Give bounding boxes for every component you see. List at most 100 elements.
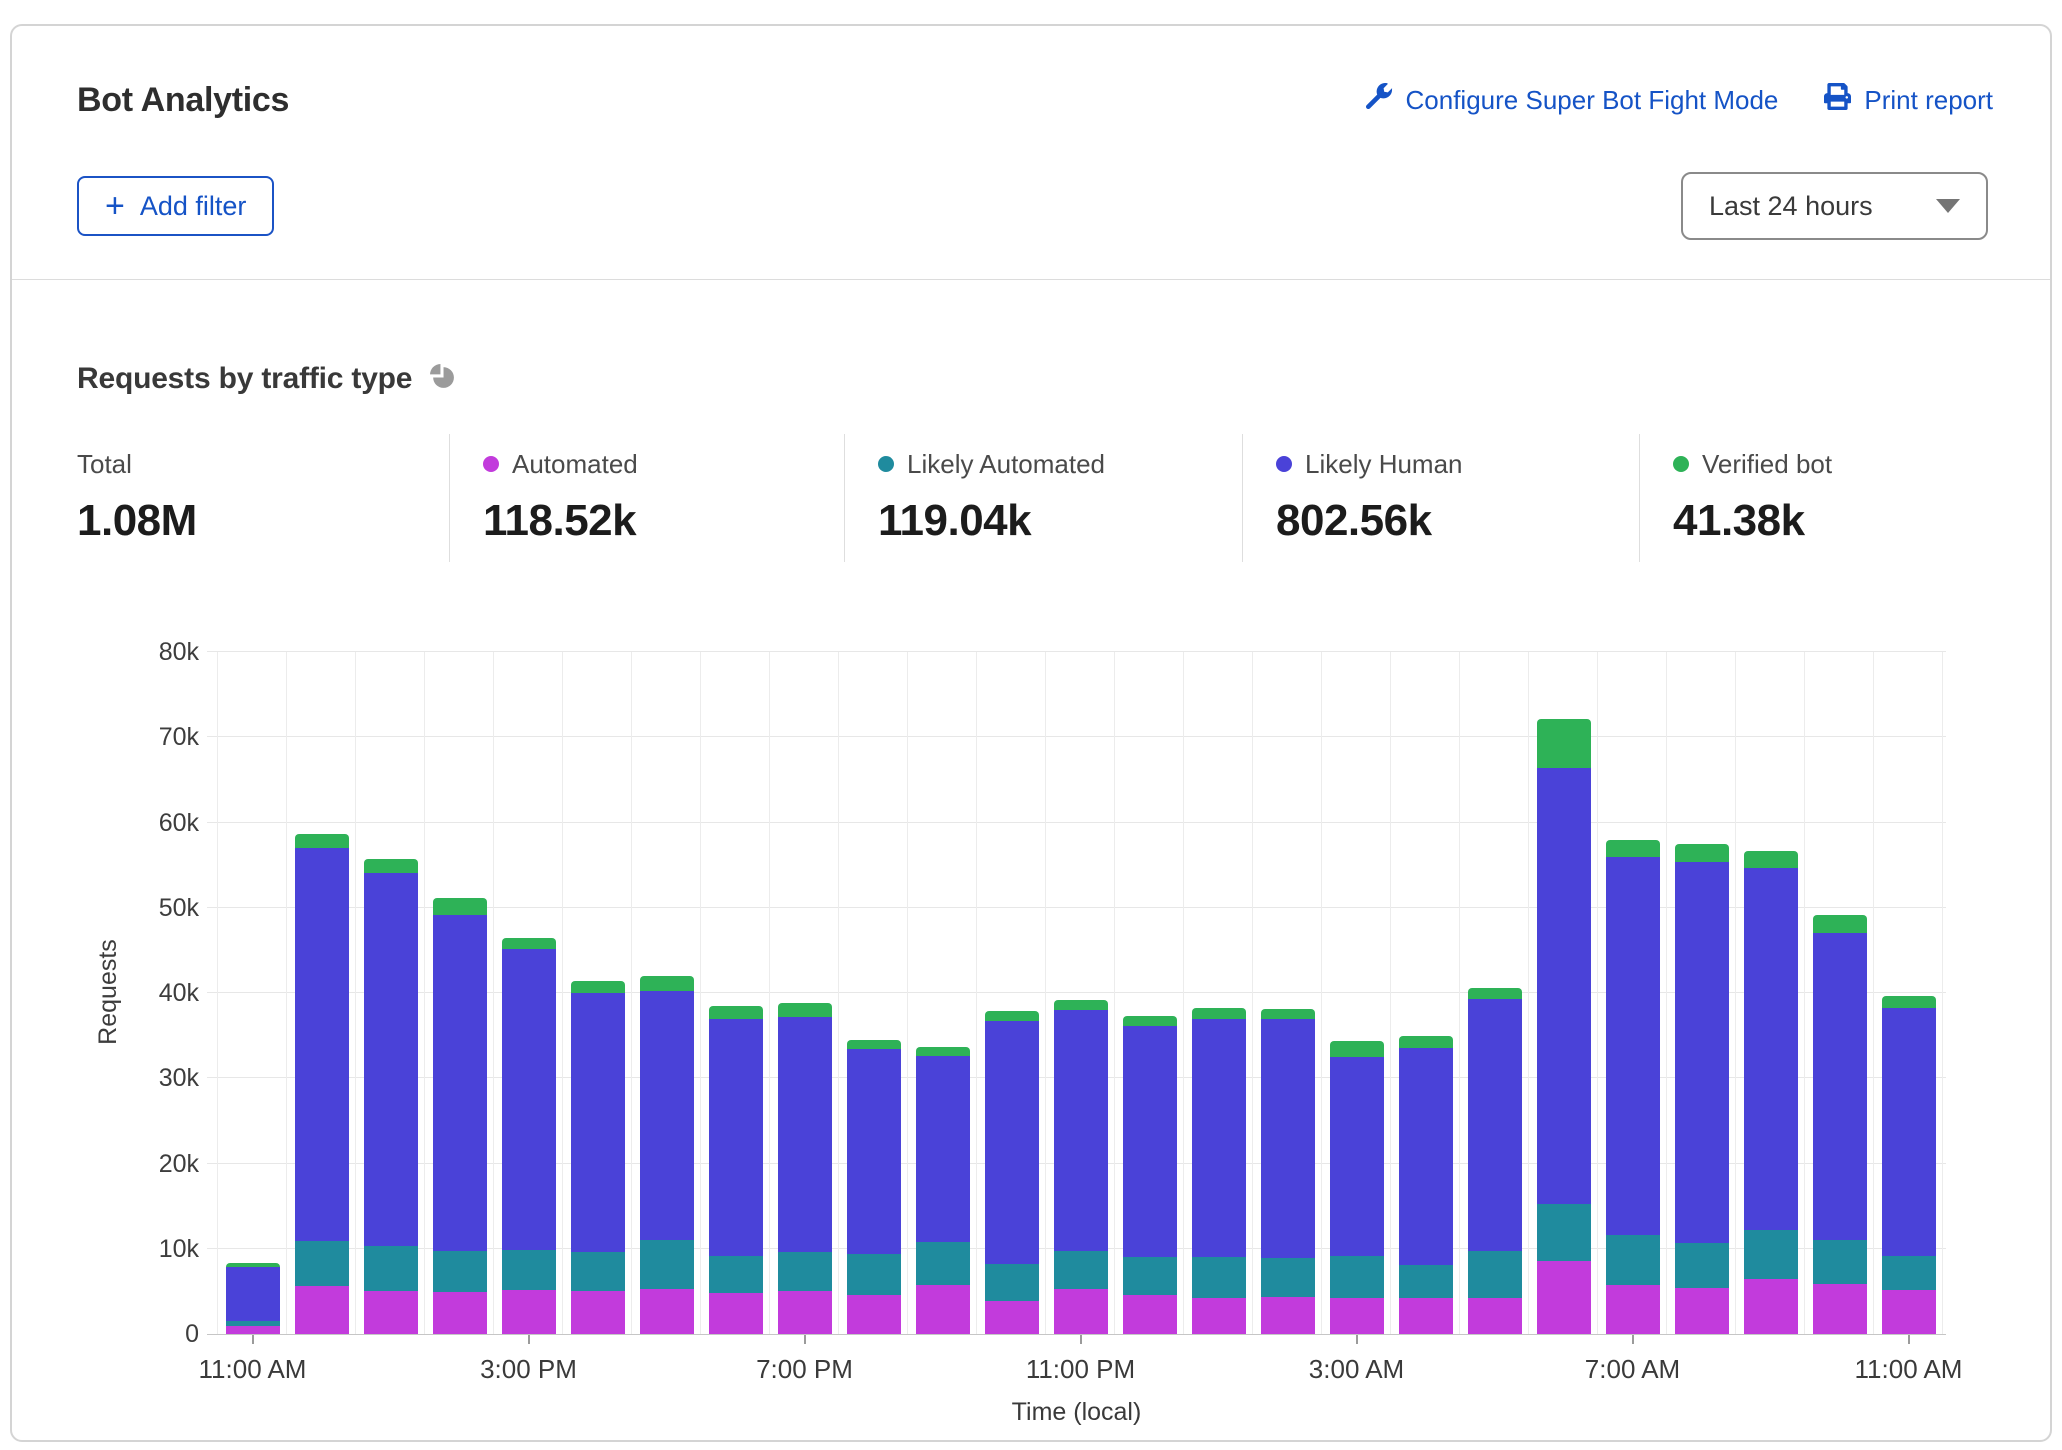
x-tick-label: 11:00 AM: [198, 1354, 307, 1384]
bar-11-00-am[interactable]: [225, 1263, 280, 1334]
stat-likely-human-label: Likely Human: [1305, 448, 1463, 479]
segment-automated: [1605, 1284, 1660, 1334]
print-link-label: Print report: [1864, 84, 1993, 115]
bot-analytics-card: Bot Analytics Configure Super Bot Fight …: [10, 24, 2052, 1442]
time-range-dropdown[interactable]: Last 24 hours: [1681, 172, 1988, 240]
bar-3-00-am[interactable]: [1329, 1040, 1384, 1334]
bar-12-00-am[interactable]: [1122, 1016, 1177, 1334]
v-gridline: [354, 652, 356, 1334]
bar-4-00-pm[interactable]: [570, 981, 625, 1334]
bar-10-00-pm[interactable]: [984, 1010, 1039, 1334]
x-tick: [251, 1335, 254, 1344]
segment-likely-human: [1536, 767, 1591, 1204]
segment-verified-bot: [570, 981, 625, 994]
segment-likely-human: [1743, 867, 1798, 1231]
segment-likely-human: [1605, 856, 1660, 1236]
segment-likely-automated: [570, 1252, 625, 1292]
y-tick-label: 70k: [158, 723, 199, 752]
segment-automated: [1812, 1283, 1867, 1334]
stat-verified-bot[interactable]: Verified bot 41.38k: [1639, 434, 1832, 562]
bar-11-00-am[interactable]: [1881, 995, 1936, 1334]
v-gridline: [1458, 652, 1460, 1334]
v-gridline: [1182, 652, 1184, 1334]
segment-likely-human: [1122, 1026, 1177, 1258]
x-tick: [803, 1335, 806, 1344]
segment-likely-human: [1260, 1019, 1315, 1259]
bar-7-00-pm[interactable]: [777, 1003, 832, 1334]
bar-1-00-am[interactable]: [1191, 1008, 1246, 1334]
bar-3-00-pm[interactable]: [501, 937, 556, 1334]
segment-verified-bot: [984, 1010, 1039, 1022]
bar-9-00-am[interactable]: [1743, 850, 1798, 1334]
stat-automated[interactable]: Automated 118.52k: [449, 434, 844, 562]
bar-8-00-pm[interactable]: [846, 1039, 901, 1334]
bar-1-00-pm[interactable]: [363, 859, 418, 1334]
bar-10-00-am[interactable]: [1812, 915, 1867, 1334]
y-tick-label: 60k: [158, 808, 199, 837]
segment-verified-bot: [1674, 843, 1729, 862]
bar-12-00-pm[interactable]: [294, 834, 349, 1334]
segment-likely-human: [708, 1019, 763, 1257]
bar-6-00-pm[interactable]: [708, 1005, 763, 1334]
add-filter-button[interactable]: + Add filter: [77, 176, 275, 236]
v-gridline: [768, 652, 770, 1334]
segment-likely-automated: [639, 1240, 694, 1289]
segment-automated: [846, 1294, 901, 1334]
segment-verified-bot: [1329, 1040, 1384, 1057]
segment-likely-automated: [915, 1241, 970, 1285]
segment-likely-automated: [294, 1241, 349, 1287]
segment-likely-automated: [1122, 1257, 1177, 1295]
segment-likely-automated: [984, 1264, 1039, 1301]
bar-7-00-am[interactable]: [1605, 840, 1660, 1334]
segment-automated: [1329, 1298, 1384, 1334]
x-tick: [1907, 1335, 1910, 1344]
stat-likely-human[interactable]: Likely Human 802.56k: [1242, 434, 1639, 562]
section-title: Requests by traffic type: [77, 362, 413, 395]
configure-super-bot-fight-mode-link[interactable]: Configure Super Bot Fight Mode: [1365, 83, 1778, 117]
bar-6-00-am[interactable]: [1536, 718, 1591, 1334]
bar-5-00-am[interactable]: [1467, 987, 1522, 1334]
segment-likely-automated: [1743, 1230, 1798, 1279]
bar-8-00-am[interactable]: [1674, 843, 1729, 1334]
bar-2-00-pm[interactable]: [432, 897, 487, 1334]
segment-automated: [1398, 1298, 1453, 1334]
segment-likely-automated: [1260, 1258, 1315, 1298]
page-title: Bot Analytics: [77, 81, 290, 119]
segment-likely-automated: [1812, 1240, 1867, 1284]
segment-likely-automated: [777, 1252, 832, 1292]
segment-likely-automated: [501, 1249, 556, 1290]
x-tick: [1631, 1335, 1634, 1344]
v-gridline: [1872, 652, 1874, 1334]
pie-chart-icon: [429, 363, 456, 395]
print-report-link[interactable]: Print report: [1824, 83, 1993, 117]
section-header: Requests by traffic type: [77, 362, 456, 396]
segment-verified-bot: [639, 975, 694, 992]
v-gridline: [975, 652, 977, 1334]
segment-likely-automated: [1674, 1242, 1729, 1288]
stat-likely-automated[interactable]: Likely Automated 119.04k: [844, 434, 1242, 562]
v-gridline: [1113, 652, 1115, 1334]
h-gridline: [207, 651, 1946, 652]
segment-verified-bot: [708, 1005, 763, 1020]
bar-5-00-pm[interactable]: [639, 975, 694, 1334]
segment-verified-bot: [1122, 1016, 1177, 1027]
segment-likely-human: [639, 991, 694, 1241]
bar-2-00-am[interactable]: [1260, 1009, 1315, 1334]
bar-11-00-pm[interactable]: [1053, 999, 1108, 1334]
stat-total[interactable]: Total 1.08M: [12, 434, 449, 562]
segment-automated: [639, 1288, 694, 1334]
h-gridline: [207, 736, 1946, 738]
stat-total-label: Total: [77, 448, 132, 479]
segment-likely-human: [846, 1049, 901, 1254]
segment-likely-automated: [363, 1246, 418, 1292]
segment-verified-bot: [363, 859, 418, 873]
stat-likely-automated-value: 119.04k: [878, 496, 1032, 545]
bar-4-00-am[interactable]: [1398, 1035, 1453, 1334]
segment-likely-automated: [1053, 1251, 1108, 1289]
segment-automated: [984, 1300, 1039, 1334]
segment-verified-bot: [1881, 995, 1936, 1009]
v-gridline: [1389, 652, 1391, 1334]
segment-likely-human: [225, 1266, 280, 1322]
segment-automated: [1191, 1298, 1246, 1334]
bar-9-00-pm[interactable]: [915, 1046, 970, 1334]
